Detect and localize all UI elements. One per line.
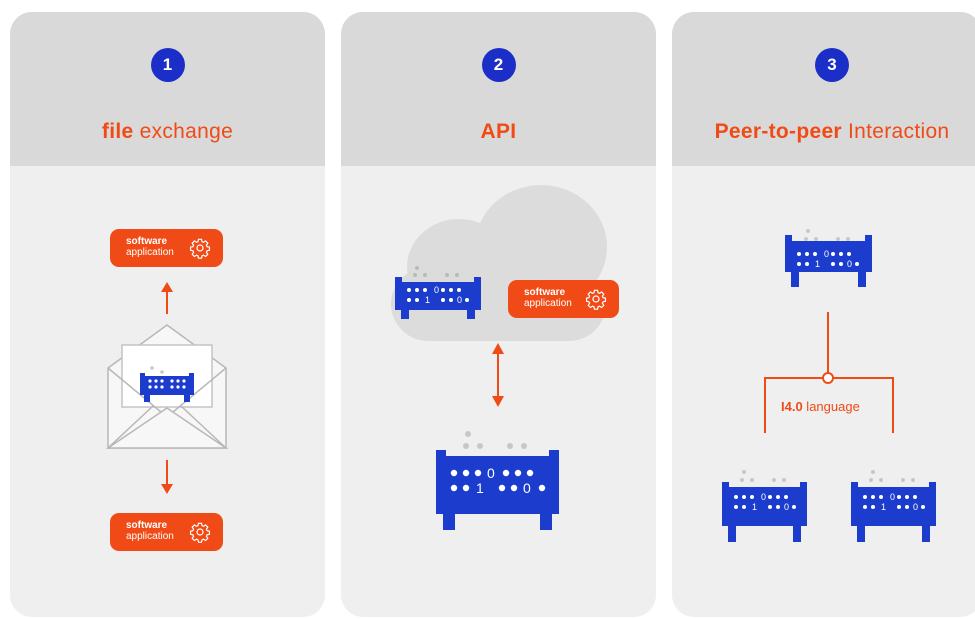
application-label: application (126, 531, 174, 542)
software-application-top: software application (110, 229, 223, 267)
digit-zero: 0 (523, 480, 531, 496)
gear-icon (585, 289, 607, 310)
digit-zero: 0 (457, 295, 462, 305)
digit-zero: 0 (761, 492, 766, 502)
digit-one: 1 (881, 502, 886, 512)
software-application-bottom: software application (110, 513, 223, 551)
device-icon: 0 1 0 (436, 431, 559, 530)
digit-zero: 0 (434, 285, 439, 295)
arrow-down-icon (161, 460, 173, 494)
peer-to-peer-diagram: 0 1 0 0 1 0 0 1 0 (722, 229, 936, 542)
device-icon: 0 1 0 (785, 229, 872, 287)
digit-one: 1 (425, 295, 430, 305)
software-application: software application (508, 280, 619, 318)
application-label: application (524, 298, 572, 309)
digit-zero: 0 (784, 502, 789, 512)
bidirectional-arrow-icon (492, 343, 504, 407)
arrow-up-icon (161, 282, 173, 314)
panel-api: 2 API 0 1 0 0 1 0 software application (341, 12, 656, 617)
i40-label-rest: language (802, 399, 860, 414)
digit-zero: 0 (913, 502, 918, 512)
application-label: application (126, 247, 174, 258)
gear-icon (189, 238, 211, 259)
software-label: software (524, 287, 566, 298)
device-icon: 0 1 0 (851, 470, 936, 542)
digit-one: 1 (476, 480, 484, 496)
software-label: software (126, 236, 168, 247)
digit-zero: 0 (487, 465, 495, 481)
digit-zero: 0 (847, 259, 852, 269)
digit-zero: 0 (824, 249, 829, 259)
digit-one: 1 (752, 502, 757, 512)
junction-node-icon (822, 372, 834, 384)
panel-file-exchange: 1 file exchange software application sof… (10, 12, 325, 617)
panel-peer-to-peer: 3 Peer-to-peer Interaction 0 1 0 0 1 0 0… (672, 12, 975, 617)
software-label: software (126, 520, 168, 531)
i40-label-bold: I4.0 (781, 399, 803, 414)
digit-zero: 0 (890, 492, 895, 502)
gear-icon (189, 522, 211, 543)
digit-one: 1 (815, 259, 820, 269)
i40-language-label: I4.0 language (781, 399, 860, 414)
device-icon: 0 1 0 (722, 470, 807, 542)
